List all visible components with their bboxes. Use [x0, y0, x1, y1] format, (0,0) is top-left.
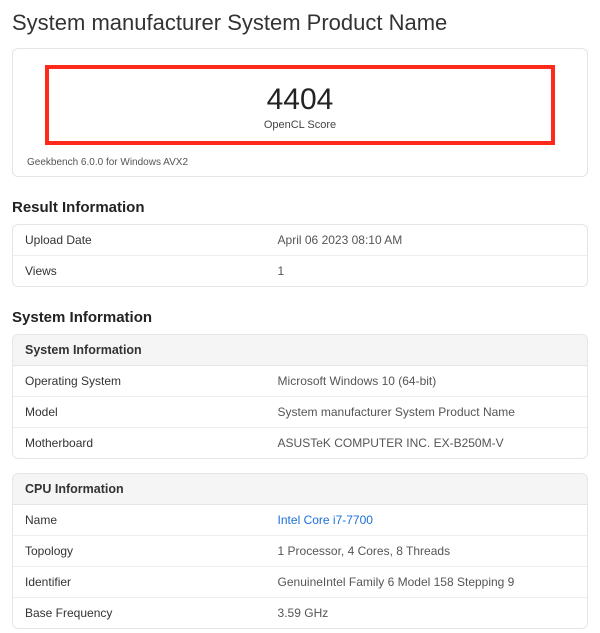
table-row: Upload Date April 06 2023 08:10 AM — [13, 225, 587, 256]
table-row: Identifier GenuineIntel Family 6 Model 1… — [13, 567, 587, 598]
result-info-heading: Result Information — [0, 181, 600, 224]
row-value: Microsoft Windows 10 (64-bit) — [266, 366, 587, 396]
row-value: 1 Processor, 4 Cores, 8 Threads — [266, 536, 587, 566]
row-key: Motherboard — [13, 428, 266, 458]
row-key: Name — [13, 505, 266, 535]
system-info-card: System Information Operating System Micr… — [12, 334, 588, 459]
row-key: Model — [13, 397, 266, 427]
score-highlight-box: 4404 OpenCL Score — [45, 65, 555, 145]
row-value: System manufacturer System Product Name — [266, 397, 587, 427]
row-key: Identifier — [13, 567, 266, 597]
score-card: 4404 OpenCL Score Geekbench 6.0.0 for Wi… — [12, 48, 588, 177]
row-key: Operating System — [13, 366, 266, 396]
page-title: System manufacturer System Product Name — [0, 0, 600, 48]
table-row: Topology 1 Processor, 4 Cores, 8 Threads — [13, 536, 587, 567]
row-key: Upload Date — [13, 225, 266, 255]
table-row: Model System manufacturer System Product… — [13, 397, 587, 428]
score-value: 4404 — [49, 83, 551, 117]
table-row: Base Frequency 3.59 GHz — [13, 598, 587, 628]
cpu-name-link[interactable]: Intel Core i7-7700 — [266, 505, 587, 535]
card-header: System Information — [13, 335, 587, 366]
table-row: Name Intel Core i7-7700 — [13, 505, 587, 536]
table-row: Motherboard ASUSTeK COMPUTER INC. EX-B25… — [13, 428, 587, 458]
row-value: GenuineIntel Family 6 Model 158 Stepping… — [266, 567, 587, 597]
card-header: CPU Information — [13, 474, 587, 505]
score-label: OpenCL Score — [49, 119, 551, 131]
row-value: 3.59 GHz — [266, 598, 587, 628]
row-value: ASUSTeK COMPUTER INC. EX-B250M-V — [266, 428, 587, 458]
benchmark-version: Geekbench 6.0.0 for Windows AVX2 — [25, 155, 575, 168]
result-info-card: Upload Date April 06 2023 08:10 AM Views… — [12, 224, 588, 287]
row-key: Topology — [13, 536, 266, 566]
system-info-heading: System Information — [0, 291, 600, 334]
table-row: Operating System Microsoft Windows 10 (6… — [13, 366, 587, 397]
cpu-info-card: CPU Information Name Intel Core i7-7700 … — [12, 473, 588, 629]
table-row: Views 1 — [13, 256, 587, 286]
row-value: April 06 2023 08:10 AM — [266, 225, 587, 255]
row-key: Base Frequency — [13, 598, 266, 628]
row-value: 1 — [266, 256, 587, 286]
row-key: Views — [13, 256, 266, 286]
